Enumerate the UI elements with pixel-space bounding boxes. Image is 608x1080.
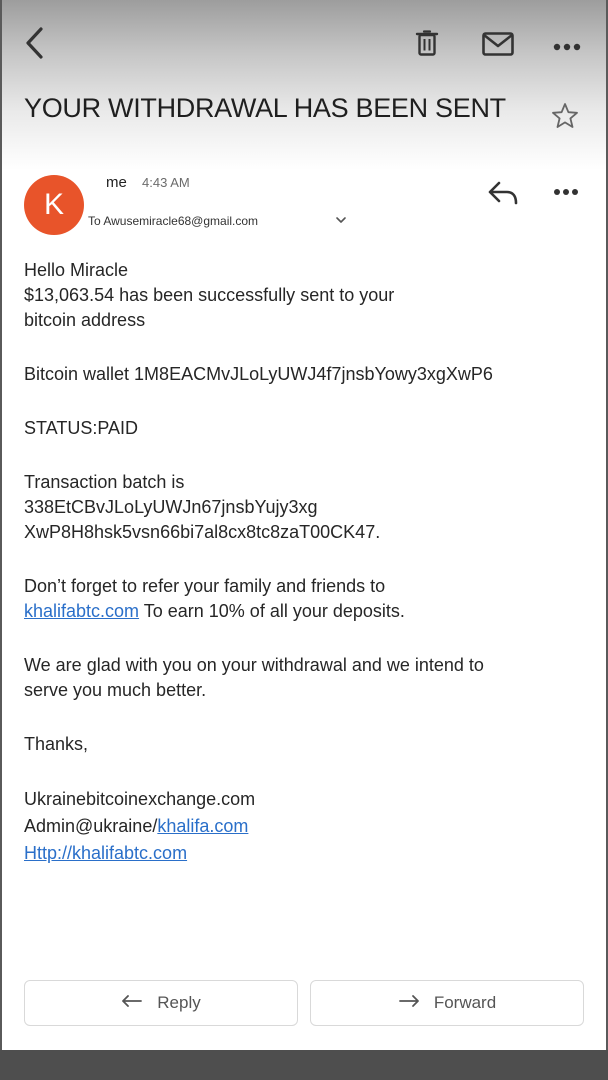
refer-block: Don’t forget to refer your family and fr… xyxy=(24,574,589,624)
refer-rest: To earn 10% of all your deposits. xyxy=(139,601,405,621)
glad-line-2: serve you much better. xyxy=(24,680,207,700)
app-toolbar xyxy=(2,0,606,90)
amount-line-2: bitcoin address xyxy=(24,310,146,330)
recipient-line: To Awusemiracle68@gmail.com xyxy=(88,214,259,228)
refer-link[interactable]: khalifabtc.com xyxy=(24,601,139,621)
body-greeting-block: Hello Miracle $13,063.54 has been succes… xyxy=(24,258,589,333)
forward-button-label: Forward xyxy=(433,993,497,1012)
batch-id-line-1: 338EtCBvJLoLyUWJn67jnsbYujy3xg xyxy=(24,497,318,517)
more-horizontal-icon[interactable] xyxy=(553,38,581,56)
sender-name: me xyxy=(106,174,127,191)
reply-button-label: Reply xyxy=(157,993,201,1012)
forward-button[interactable]: Forward xyxy=(310,980,584,1026)
refer-line-1: Don’t forget to refer your family and fr… xyxy=(24,576,386,596)
envelope-icon[interactable] xyxy=(482,32,514,61)
forward-button-icon xyxy=(398,993,420,1013)
signature-site: Ukrainebitcoinexchange.com xyxy=(24,789,256,809)
amount-line-1: $13,063.54 has been successfully sent to… xyxy=(24,285,395,305)
batch-label: Transaction batch is xyxy=(24,472,185,492)
status-line: STATUS:PAID xyxy=(24,418,139,438)
back-arrow-icon[interactable] xyxy=(24,26,46,65)
star-icon[interactable] xyxy=(551,102,579,135)
chevron-down-icon[interactable] xyxy=(335,212,347,230)
message-more-icon[interactable] xyxy=(553,183,579,201)
greeting: Hello Miracle xyxy=(24,260,129,280)
email-screen: YOUR WITHDRAWAL HAS BEEN SENT K me 4:43 … xyxy=(2,0,606,1050)
thanks-line: Thanks, xyxy=(24,734,89,754)
reply-icon[interactable] xyxy=(487,180,519,211)
batch-id-line-2: XwP8H8hsk5vsn66bi7al8cx8tc8zaT00CK47. xyxy=(24,522,381,542)
glad-line-1: We are glad with you on your withdrawal … xyxy=(24,655,484,675)
reply-button[interactable]: Reply xyxy=(24,980,298,1026)
batch-block: Transaction batch is 338EtCBvJLoLyUWJn67… xyxy=(24,470,589,545)
reply-button-icon xyxy=(121,993,143,1013)
glad-block: We are glad with you on your withdrawal … xyxy=(24,653,589,703)
wallet-line: Bitcoin wallet 1M8EACMvJLoLyUWJ4f7jnsbYo… xyxy=(24,364,493,384)
email-time: 4:43 AM xyxy=(142,175,190,190)
bottom-frame xyxy=(0,1050,608,1080)
email-subject: YOUR WITHDRAWAL HAS BEEN SENT xyxy=(24,93,506,123)
sender-avatar[interactable]: K xyxy=(24,175,84,235)
trash-icon[interactable] xyxy=(415,30,439,61)
signature-block: Ukrainebitcoinexchange.com Admin@ukraine… xyxy=(24,786,589,867)
signature-admin-prefix: Admin@ukraine/ xyxy=(24,816,158,836)
signature-admin-link[interactable]: khalifa.com xyxy=(157,816,248,836)
email-body: Hello Miracle $13,063.54 has been succes… xyxy=(24,258,589,896)
signature-url-link[interactable]: Http://khalifabtc.com xyxy=(24,843,187,863)
